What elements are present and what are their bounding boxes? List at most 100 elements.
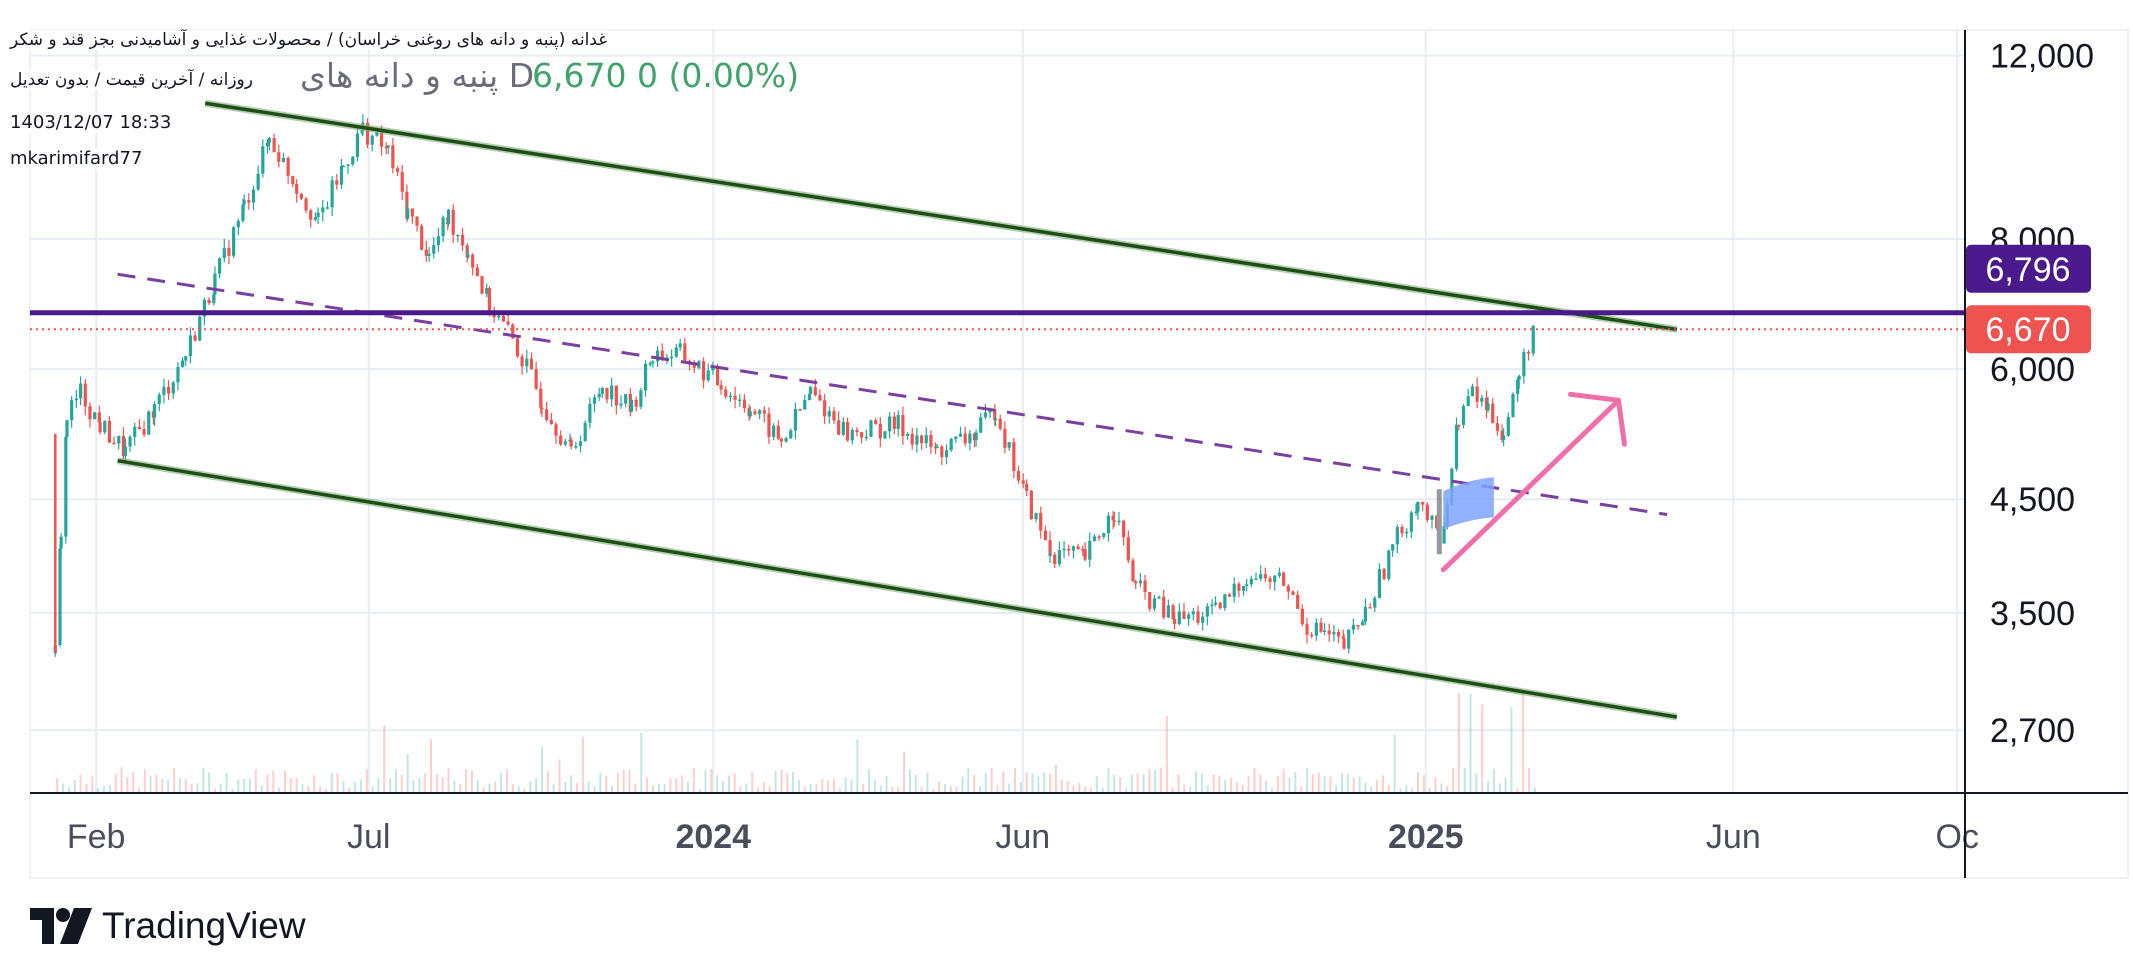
volume-bar xyxy=(973,774,976,793)
candle-body xyxy=(286,157,290,176)
price-chart[interactable]: 12,0008,0006,0004,5003,5002,700Feb Jul 202… xyxy=(0,0,2133,972)
volume-bar xyxy=(873,779,876,793)
volume-bar xyxy=(441,777,444,793)
volume-bar xyxy=(868,769,871,793)
candle-body xyxy=(878,423,882,439)
candle-body xyxy=(1391,544,1395,551)
candle-body xyxy=(309,210,313,220)
volume-bar xyxy=(62,783,65,793)
candle-body xyxy=(267,138,272,143)
volume-bar xyxy=(1329,776,1332,793)
candle-body xyxy=(1377,568,1382,598)
candle-body xyxy=(1416,501,1420,512)
candle-body xyxy=(1526,351,1531,354)
candle-body xyxy=(1148,591,1152,609)
candle-body xyxy=(213,273,217,295)
candle-body xyxy=(1187,614,1191,619)
x-tick-label: 2024 xyxy=(675,818,751,856)
volume-bar xyxy=(1481,704,1484,793)
volume-bar xyxy=(628,769,631,793)
candle-body xyxy=(1213,602,1218,605)
volume-bar xyxy=(943,784,946,793)
tradingview-logo[interactable]: TradingView xyxy=(30,905,306,947)
volume-bar xyxy=(599,772,602,793)
candle-body xyxy=(501,315,506,322)
candle-body xyxy=(905,433,910,436)
volume-bar xyxy=(330,772,333,793)
candle-body xyxy=(475,267,479,277)
candle-body xyxy=(451,209,455,235)
candle-body xyxy=(1016,471,1021,481)
volume-bar xyxy=(856,739,859,793)
candle-body xyxy=(256,173,260,190)
volume-bar xyxy=(365,769,368,793)
candle-body xyxy=(837,420,841,435)
volume-bar xyxy=(56,778,59,793)
volume-bar xyxy=(1364,782,1367,793)
candle-body xyxy=(1319,622,1323,632)
candle-body xyxy=(65,420,69,438)
candle-body xyxy=(88,406,92,420)
candle-body xyxy=(406,208,410,219)
candle-body xyxy=(569,439,573,447)
candle-body xyxy=(1361,621,1365,626)
candle-body xyxy=(954,436,958,439)
candle-body xyxy=(728,395,733,398)
volume-bar xyxy=(1002,771,1005,793)
candle-body xyxy=(706,370,710,381)
candle-body xyxy=(592,397,597,404)
candle-body xyxy=(1097,536,1101,538)
candle-body xyxy=(1382,568,1386,579)
candle-body xyxy=(772,425,776,437)
volume-bar xyxy=(412,780,415,793)
volume-bar xyxy=(961,776,964,793)
candle-body xyxy=(1241,585,1246,591)
candle-body xyxy=(823,400,827,417)
candle-body xyxy=(619,403,623,406)
candle-body xyxy=(1134,581,1138,584)
candle-body xyxy=(291,175,295,184)
candle-body xyxy=(901,414,905,436)
volume-bar xyxy=(809,784,812,793)
candle-body xyxy=(176,366,180,383)
candle-body xyxy=(1305,631,1309,635)
candle-body xyxy=(420,225,424,250)
volume-bar xyxy=(938,781,941,793)
volume-bar xyxy=(1504,777,1507,793)
volume-bar xyxy=(517,786,520,793)
volume-bar xyxy=(1200,774,1203,793)
candle-body xyxy=(1232,583,1236,597)
x-tick-label: Jun xyxy=(995,818,1050,856)
candle-body xyxy=(670,356,674,359)
candle-body xyxy=(1237,583,1241,591)
candle-body xyxy=(1491,403,1495,424)
volume-bar xyxy=(1346,773,1349,793)
candle-body xyxy=(1112,520,1116,522)
candle-body xyxy=(1131,560,1135,582)
candle-body xyxy=(1351,624,1355,630)
x-tick-label: 2025 xyxy=(1388,818,1464,856)
candle-body xyxy=(529,358,534,370)
volume-bar xyxy=(1154,769,1157,793)
candle-body xyxy=(137,426,142,430)
volume-bar xyxy=(1492,768,1495,793)
candle-body xyxy=(181,360,185,367)
volume-bar xyxy=(196,783,199,793)
volume-bar xyxy=(435,774,438,793)
candle-body xyxy=(841,422,845,435)
volume-bar xyxy=(73,779,76,793)
volume-bar xyxy=(1422,775,1425,793)
candle-body xyxy=(1196,611,1200,623)
volume-bar xyxy=(967,768,970,793)
volume-bar xyxy=(1265,780,1268,793)
candle-body xyxy=(998,418,1002,429)
volume-bar xyxy=(284,770,287,793)
candle-body xyxy=(733,395,737,400)
candle-body xyxy=(1122,520,1126,538)
candle-body xyxy=(1083,549,1087,560)
candle-body xyxy=(232,227,236,256)
candle-body xyxy=(471,254,475,268)
candle-body xyxy=(1227,594,1232,597)
volume-bar xyxy=(1416,772,1419,793)
candle-body xyxy=(1143,580,1147,592)
